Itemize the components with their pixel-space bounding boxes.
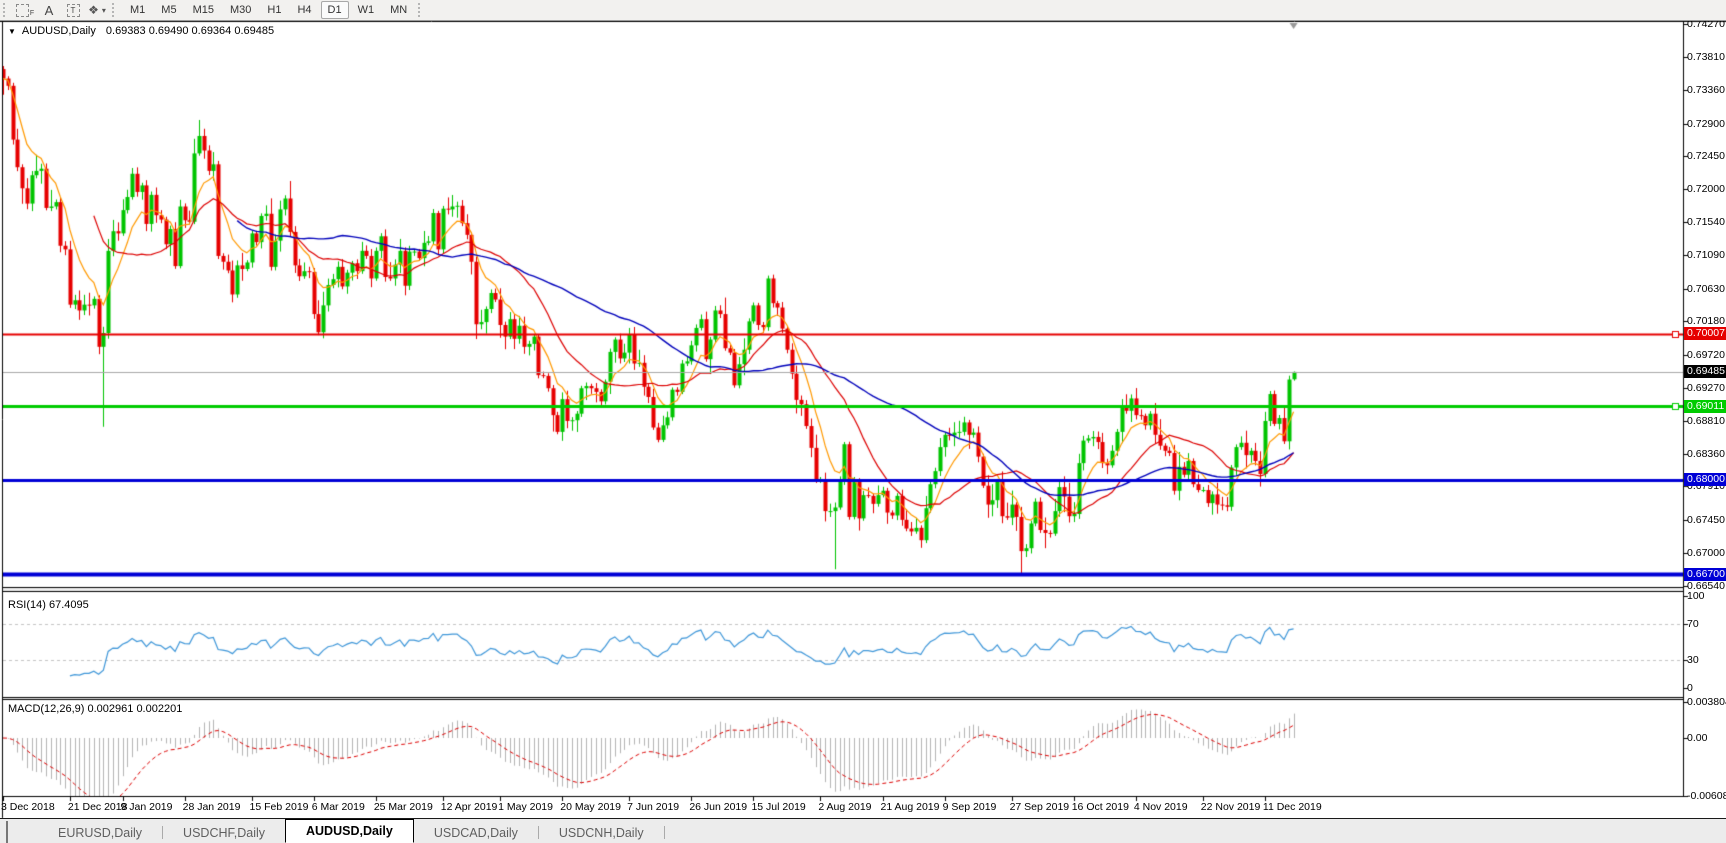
macd-indicator-label: MACD(12,26,9) 0.002961 0.002201 xyxy=(8,703,182,715)
date-tick-label: 6 Mar 2019 xyxy=(312,801,365,813)
date-tick-label: 7 Jun 2019 xyxy=(627,801,679,813)
chart-canvas[interactable] xyxy=(0,0,1726,842)
date-tick-label: 15 Jul 2019 xyxy=(751,801,805,813)
price-tick-label: 0.72450 xyxy=(1687,150,1726,162)
timeframe-button-m5[interactable]: M5 xyxy=(154,1,183,19)
resistance-level-label: 0.70007 xyxy=(1684,327,1726,340)
rsi-axis-label: 100 xyxy=(1687,590,1705,602)
price-tick-label: 0.67000 xyxy=(1687,547,1726,559)
timeframe-button-m15[interactable]: M15 xyxy=(186,1,221,19)
chevron-down-icon: ▾ xyxy=(102,6,106,15)
symbol-name: AUDUSD,Daily xyxy=(22,25,96,37)
date-tick-label: 20 May 2019 xyxy=(560,801,621,813)
price-tick-label: 0.67450 xyxy=(1687,514,1726,526)
macd-axis-label: -0.006082 xyxy=(1687,790,1726,802)
blue-level-label: 0.68000 xyxy=(1684,473,1726,486)
current-price-label: 0.69485 xyxy=(1684,365,1726,378)
tabs-holder: EURUSD,DailyUSDCHF,DailyAUDUSD,DailyUSDC… xyxy=(38,821,665,843)
tab-bar-left-edge xyxy=(6,821,38,843)
tab-eurusd[interactable]: EURUSD,Daily xyxy=(38,823,162,843)
cursor-f-tool-button[interactable]: F xyxy=(14,1,36,19)
price-tick-label: 0.72000 xyxy=(1687,183,1726,195)
tab-usdcad[interactable]: USDCAD,Daily xyxy=(414,823,538,843)
timeframe-button-mn[interactable]: MN xyxy=(383,1,414,19)
timeframe-button-m1[interactable]: M1 xyxy=(123,1,152,19)
ohlc-quote: 0.69383 0.69490 0.69364 0.69485 xyxy=(106,25,274,37)
date-tick-label: 11 Dec 2019 xyxy=(1263,801,1322,813)
text-a-icon: A xyxy=(45,3,54,18)
date-tick-label: 26 Jun 2019 xyxy=(689,801,747,813)
price-tick-label: 0.73810 xyxy=(1687,51,1726,63)
chart-tab-bar: EURUSD,DailyUSDCHF,DailyAUDUSD,DailyUSDC… xyxy=(0,818,1726,843)
date-tick-label: 16 Oct 2019 xyxy=(1072,801,1129,813)
symbol-dropdown-icon[interactable]: ▼ xyxy=(8,27,16,36)
tab-divider xyxy=(664,826,665,839)
price-tick-label: 0.71090 xyxy=(1687,249,1726,261)
chart-title: ▼ AUDUSD,Daily 0.69383 0.69490 0.69364 0… xyxy=(8,25,274,37)
macd-axis-label: 0.00 xyxy=(1687,732,1707,744)
tab-usdchf[interactable]: USDCHF,Daily xyxy=(163,823,285,843)
tab-usdcnh[interactable]: USDCNH,Daily xyxy=(539,823,664,843)
date-tick-label: 9 Jan 2019 xyxy=(121,801,173,813)
f-icon: F xyxy=(30,10,34,17)
rsi-indicator-label: RSI(14) 67.4095 xyxy=(8,599,89,611)
price-tick-label: 0.69270 xyxy=(1687,382,1726,394)
date-tick-label: 1 May 2019 xyxy=(498,801,553,813)
date-tick-label: 4 Nov 2019 xyxy=(1134,801,1188,813)
date-tick-label: 3 Dec 2018 xyxy=(1,801,55,813)
toolbar: F A T ❖ ▾ M1M5M15M30H1H4D1W1MN xyxy=(0,0,1726,21)
timeframe-group: M1M5M15M30H1H4D1W1MN xyxy=(122,1,415,19)
support-level-label: 0.69011 xyxy=(1684,400,1726,413)
toolbar-grip[interactable] xyxy=(112,3,117,17)
date-tick-label: 2 Aug 2019 xyxy=(818,801,871,813)
price-tick-label: 0.71540 xyxy=(1687,216,1726,228)
price-tick-label: 0.68810 xyxy=(1687,415,1726,427)
text-label-tool-button[interactable]: A xyxy=(38,1,60,19)
date-tick-label: 28 Jan 2019 xyxy=(183,801,241,813)
price-tick-label: 0.69720 xyxy=(1687,349,1726,361)
shapes-tool-button[interactable]: ❖ ▾ xyxy=(86,1,108,19)
price-tick-label: 0.72900 xyxy=(1687,118,1726,130)
date-tick-label: 12 Apr 2019 xyxy=(441,801,498,813)
price-tick-label: 0.70630 xyxy=(1687,283,1726,295)
timeframe-button-h4[interactable]: H4 xyxy=(290,1,318,19)
price-tick-label: 0.73360 xyxy=(1687,84,1726,96)
toolbar-grip[interactable] xyxy=(3,3,8,17)
timeframe-button-h1[interactable]: H1 xyxy=(260,1,288,19)
rsi-axis-label: 70 xyxy=(1687,618,1699,630)
macd-axis-label: 0.003804 xyxy=(1687,696,1726,708)
shapes-icon: ❖ xyxy=(88,3,99,17)
date-tick-label: 21 Dec 2018 xyxy=(68,801,128,813)
date-tick-label: 22 Nov 2019 xyxy=(1201,801,1261,813)
timeframe-button-w1[interactable]: W1 xyxy=(351,1,382,19)
date-tick-label: 21 Aug 2019 xyxy=(881,801,940,813)
dashed-box-icon xyxy=(16,4,29,17)
tab-audusd[interactable]: AUDUSD,Daily xyxy=(285,819,414,843)
date-tick-label: 15 Feb 2019 xyxy=(250,801,309,813)
rsi-axis-label: 0 xyxy=(1687,682,1693,694)
text-box-tool-button[interactable]: T xyxy=(62,1,84,19)
toolbar-grip[interactable] xyxy=(418,3,423,17)
date-tick-label: 25 Mar 2019 xyxy=(374,801,433,813)
price-tick-label: 0.70180 xyxy=(1687,315,1726,327)
mt4-chart-window: F A T ❖ ▾ M1M5M15M30H1H4D1W1MN ▼ AUDUSD,… xyxy=(0,0,1726,842)
t-box-icon: T xyxy=(67,4,80,17)
date-tick-label: 27 Sep 2019 xyxy=(1010,801,1070,813)
timeframe-button-d1[interactable]: D1 xyxy=(321,1,349,19)
rsi-axis-label: 30 xyxy=(1687,654,1699,666)
timeframe-button-m30[interactable]: M30 xyxy=(223,1,258,19)
blue-low-level-label: 0.66700 xyxy=(1684,568,1726,581)
price-tick-label: 0.68360 xyxy=(1687,448,1726,460)
date-tick-label: 9 Sep 2019 xyxy=(943,801,997,813)
